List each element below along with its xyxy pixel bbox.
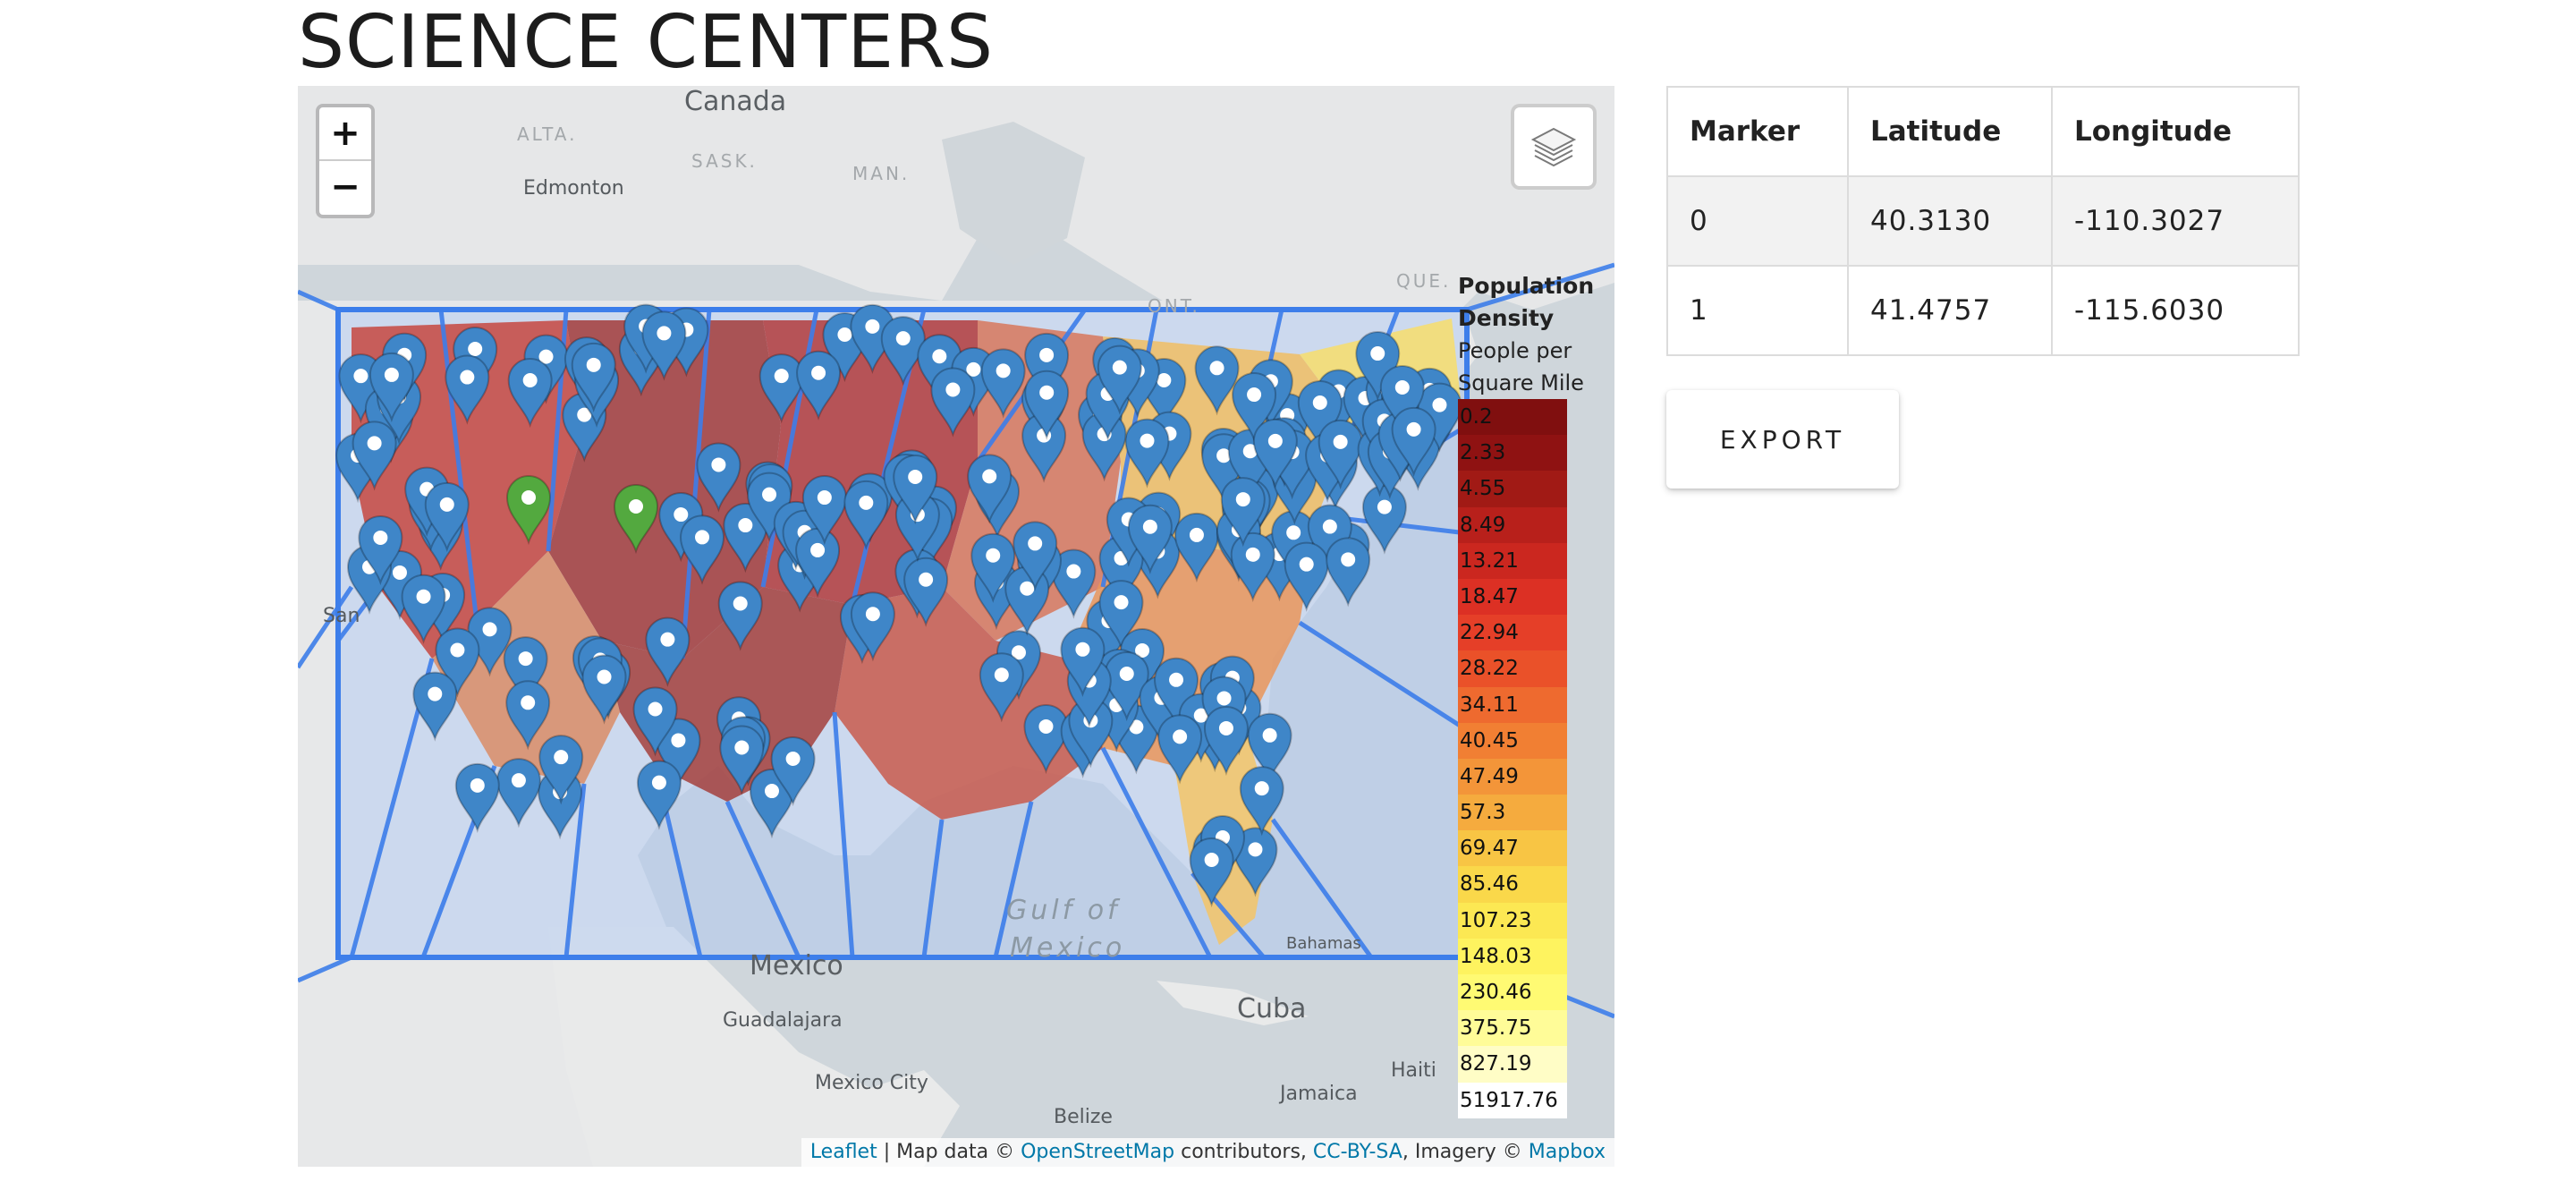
label-canada: Canada <box>684 86 787 117</box>
cell-marker: 1 <box>1666 265 1849 356</box>
label-ont: ONT. <box>1148 295 1200 317</box>
leaflet-link[interactable]: Leaflet <box>810 1141 877 1163</box>
cell-longitude: -110.3027 <box>2051 175 2300 267</box>
label-belize: Belize <box>1054 1106 1113 1128</box>
label-mexico: Mexico <box>750 950 843 982</box>
marker-table: Marker Latitude Longitude 0 40.3130 -110… <box>1666 86 2300 356</box>
label-jamaica: Jamaica <box>1280 1083 1358 1105</box>
legend-item: 69.47 <box>1458 830 1567 867</box>
legend-item: 34.11 <box>1458 686 1567 723</box>
table-row[interactable]: 0 40.3130 -110.3027 <box>1666 175 2300 267</box>
legend-item: 107.23 <box>1458 902 1567 939</box>
legend-title-line1: Population <box>1458 273 1595 299</box>
label-haiti: Haiti <box>1391 1059 1436 1082</box>
label-man: MAN. <box>852 163 911 184</box>
osm-link[interactable]: OpenStreetMap <box>1021 1141 1174 1163</box>
label-mexico-city: Mexico City <box>815 1072 928 1094</box>
attribution-text-3: , Imagery © <box>1402 1141 1529 1163</box>
legend-item: 8.49 <box>1458 506 1567 543</box>
legend-item: 22.94 <box>1458 615 1567 651</box>
map-basemap[interactable] <box>298 86 1614 1167</box>
attribution-text-1: | Map data © <box>877 1141 1021 1163</box>
mapbox-link[interactable]: Mapbox <box>1529 1141 1606 1163</box>
cell-longitude: -115.6030 <box>2051 265 2300 356</box>
zoom-out-button[interactable]: − <box>319 161 371 215</box>
label-que: QUE. <box>1396 270 1452 292</box>
label-bahamas: Bahamas <box>1286 934 1361 953</box>
label-san: San <box>323 605 360 627</box>
cell-latitude: 40.3130 <box>1847 175 2053 267</box>
legend-item: 51917.76 <box>1458 1082 1567 1118</box>
legend-item: 18.47 <box>1458 578 1567 616</box>
legend-title-line2: Density <box>1458 305 1555 331</box>
legend-item: 148.03 <box>1458 938 1567 974</box>
header-latitude: Latitude <box>1847 86 2053 177</box>
legend-item: 0.2 <box>1458 399 1567 436</box>
legend-item: 85.46 <box>1458 866 1567 903</box>
table-row[interactable]: 1 41.4757 -115.6030 <box>1666 265 2300 356</box>
label-alta: ALTA. <box>517 123 578 145</box>
legend-subtitle-line1: People per <box>1458 338 1572 363</box>
legend-item: 13.21 <box>1458 542 1567 579</box>
legend-item: 4.55 <box>1458 471 1567 507</box>
legend-subtitle-line2: Square Mile <box>1458 370 1584 395</box>
legend-item: 57.3 <box>1458 795 1567 831</box>
label-cuba: Cuba <box>1237 993 1307 1024</box>
layers-icon <box>1530 127 1577 167</box>
label-gulf-mexico: Mexico <box>1010 932 1126 964</box>
export-button[interactable]: EXPORT <box>1666 390 1899 489</box>
population-legend: Population Density People per Square Mil… <box>1458 270 1601 1118</box>
page-title: SCIENCE CENTERS <box>298 0 995 85</box>
zoom-in-button[interactable]: + <box>319 107 371 161</box>
legend-item: 2.33 <box>1458 435 1567 472</box>
table-header-row: Marker Latitude Longitude <box>1666 86 2300 177</box>
legend-item: 230.46 <box>1458 974 1567 1011</box>
legend-item: 47.49 <box>1458 758 1567 795</box>
label-gulf-of: Gulf of <box>1006 895 1121 926</box>
label-guadalajara: Guadalajara <box>723 1009 843 1032</box>
legend-item: 827.19 <box>1458 1046 1567 1083</box>
cell-marker: 0 <box>1666 175 1849 267</box>
ccbysa-link[interactable]: CC-BY-SA <box>1313 1141 1402 1163</box>
legend-item: 40.45 <box>1458 722 1567 759</box>
header-longitude: Longitude <box>2051 86 2300 177</box>
label-sask: SASK. <box>691 150 758 172</box>
cell-latitude: 41.4757 <box>1847 265 2053 356</box>
attribution-text-2: contributors, <box>1174 1141 1313 1163</box>
legend-item: 28.22 <box>1458 650 1567 687</box>
legend-item: 375.75 <box>1458 1010 1567 1047</box>
legend-items: 0.2 2.33 4.55 8.49 13.21 18.47 22.94 28.22 34.11… <box>1458 399 1601 1118</box>
map-attribution: Leaflet | Map data © OpenStreetMap contr… <box>801 1138 1614 1167</box>
header-marker: Marker <box>1666 86 1849 177</box>
label-edmonton: Edmonton <box>523 177 624 200</box>
layers-control-button[interactable] <box>1511 104 1597 190</box>
map[interactable]: Canada ALTA. SASK. MAN. ONT. QUE. Edmont… <box>298 86 1614 1167</box>
zoom-control: + − <box>316 104 375 218</box>
